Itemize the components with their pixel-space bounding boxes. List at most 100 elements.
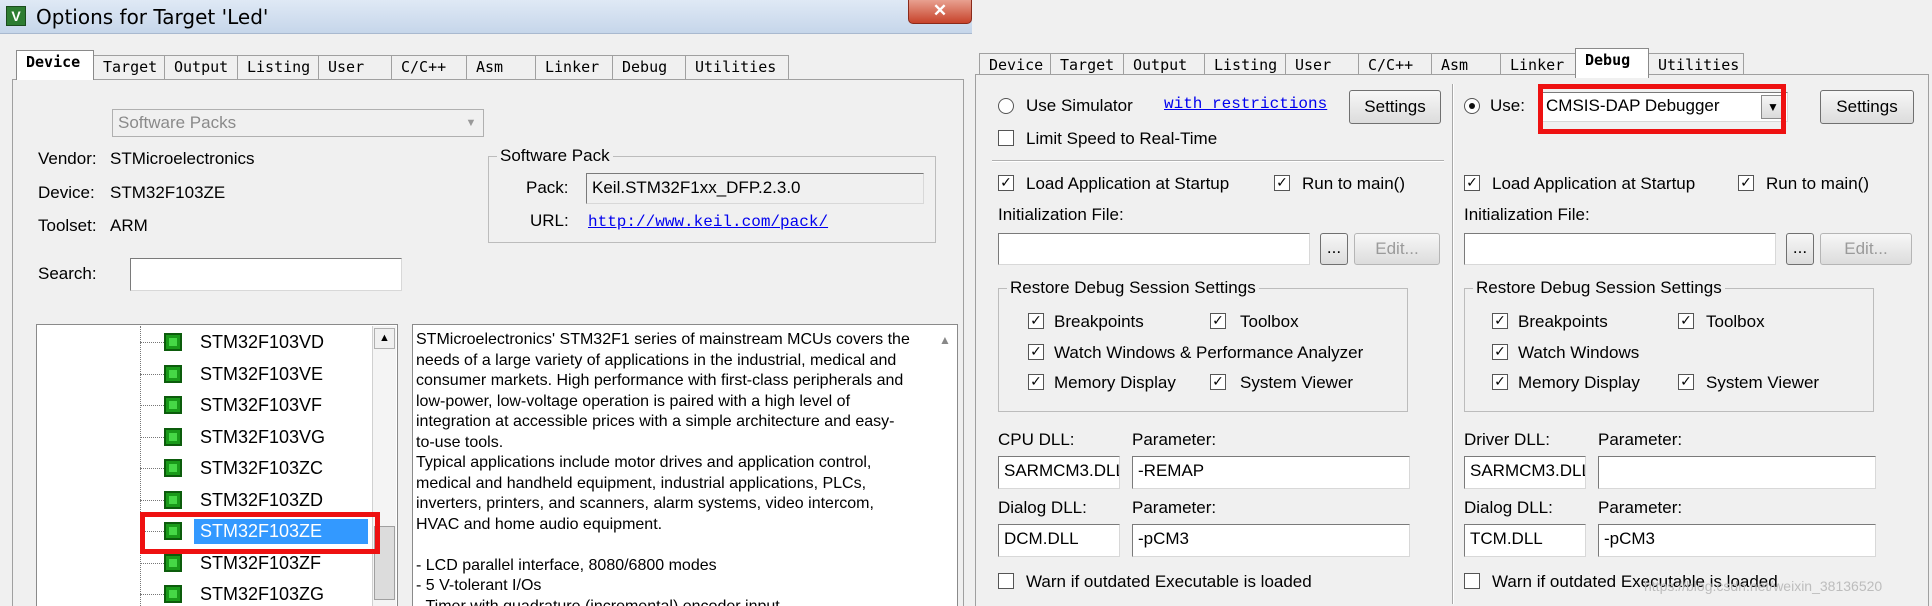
hw-sysviewer-checkbox[interactable]: ✓ xyxy=(1678,374,1694,390)
sim-memory-checkbox[interactable]: ✓ xyxy=(1028,374,1044,390)
use-simulator-radio[interactable] xyxy=(998,98,1014,114)
cpu-dll-input[interactable]: SARMCM3.DLL xyxy=(998,456,1120,489)
sim-dialog-param-input[interactable]: -pCM3 xyxy=(1132,524,1410,557)
hw-init-file-input[interactable] xyxy=(1464,233,1776,265)
limit-speed-label: Limit Speed to Real-Time xyxy=(1026,129,1218,148)
left-tab-strip: Device Target Output Listing User C/C++ … xyxy=(16,50,789,80)
tree-branch-line xyxy=(140,374,164,375)
tree-branch-line xyxy=(140,437,164,438)
tab-output[interactable]: Output xyxy=(164,55,238,80)
database-combo[interactable]: Software Packs ▼ xyxy=(112,109,484,137)
device-tree-item[interactable]: STM32F103VE xyxy=(194,362,329,387)
tree-branch-line xyxy=(140,500,164,501)
vendor-label: Vendor: xyxy=(38,149,97,168)
driver-dll-input[interactable]: SARMCM3.DLL xyxy=(1464,456,1586,489)
tab-debug[interactable]: Debug xyxy=(612,55,686,80)
hw-toolbox-label: Toolbox xyxy=(1706,312,1765,331)
hw-param-label-2: Parameter: xyxy=(1598,498,1683,517)
tab-linker[interactable]: Linker xyxy=(535,55,613,80)
sim-edit-button[interactable]: Edit... xyxy=(1354,233,1440,265)
use-simulator-label: Use Simulator xyxy=(1026,96,1133,115)
tree-branch-line xyxy=(140,405,164,406)
pack-url-link[interactable]: http://www.keil.com/pack/ xyxy=(588,213,828,231)
device-value: STM32F103ZE xyxy=(110,183,226,202)
sim-load-app-checkbox[interactable]: ✓ xyxy=(998,175,1014,191)
driver-param-input[interactable] xyxy=(1598,456,1876,489)
sim-watch-checkbox[interactable]: ✓ xyxy=(1028,344,1044,360)
description-line: Typical applications include motor drive… xyxy=(416,454,872,471)
tab-debug[interactable]: Debug xyxy=(1575,48,1649,78)
watermark-text: https://blog.csdn.net/weixin_38136520 xyxy=(1644,578,1883,594)
sim-browse-button[interactable]: ... xyxy=(1320,233,1348,265)
use-debugger-radio[interactable] xyxy=(1464,98,1480,114)
software-pack-title: Software Pack xyxy=(497,146,613,166)
scroll-up-icon[interactable]: ▲ xyxy=(374,328,395,349)
sim-breakpoints-checkbox[interactable]: ✓ xyxy=(1028,313,1044,329)
tab-utilities[interactable]: Utilities xyxy=(685,55,789,80)
hw-dialog-dll-label: Dialog DLL: xyxy=(1464,498,1553,517)
tree-branch-line xyxy=(140,563,164,564)
limit-speed-checkbox[interactable] xyxy=(998,130,1014,146)
description-line: - LCD parallel interface, 8080/6800 mode… xyxy=(416,556,717,574)
hw-run-main-checkbox[interactable]: ✓ xyxy=(1738,175,1754,191)
tab-target[interactable]: Target xyxy=(93,55,165,80)
device-tree-item[interactable]: STM32F103VF xyxy=(194,393,328,418)
hw-breakpoints-checkbox[interactable]: ✓ xyxy=(1492,313,1508,329)
cpu-dll-label: CPU DLL: xyxy=(998,430,1075,449)
sim-init-file-label: Initialization File: xyxy=(998,205,1124,224)
sim-run-main-checkbox[interactable]: ✓ xyxy=(1274,175,1290,191)
url-label: URL: xyxy=(530,211,569,230)
tab-listing[interactable]: Listing xyxy=(237,55,319,80)
sim-dialog-dll-label: Dialog DLL: xyxy=(998,498,1087,517)
hw-load-app-checkbox[interactable]: ✓ xyxy=(1464,175,1480,191)
description-scroll-up-icon[interactable]: ▲ xyxy=(935,330,955,350)
pack-label: Pack: xyxy=(526,178,569,197)
hw-memory-checkbox[interactable]: ✓ xyxy=(1492,374,1508,390)
debugger-highlight-box xyxy=(1538,84,1786,134)
tab-asm[interactable]: Asm xyxy=(466,55,536,80)
device-tree-item[interactable]: STM32F103ZG xyxy=(194,582,330,606)
close-button[interactable]: ✕ xyxy=(908,0,972,24)
sim-dialog-dll-input[interactable]: DCM.DLL xyxy=(998,524,1120,557)
description-line: needs of a large variety of applications… xyxy=(416,351,897,369)
hw-watch-checkbox[interactable]: ✓ xyxy=(1492,344,1508,360)
column-divider xyxy=(1452,84,1454,604)
description-line: - Timer with quadrature (incremental) en… xyxy=(416,597,780,606)
description-line: consumer markets. High performance with … xyxy=(416,372,904,389)
driver-dll-label: Driver DLL: xyxy=(1464,430,1550,449)
simulator-settings-button[interactable]: Settings xyxy=(1349,90,1441,124)
device-tree-item[interactable]: STM32F103ZC xyxy=(194,456,329,481)
sim-init-file-input[interactable] xyxy=(998,233,1310,265)
hw-toolbox-checkbox[interactable]: ✓ xyxy=(1678,313,1694,329)
keil-app-icon: V xyxy=(6,6,26,26)
device-tree-item[interactable]: STM32F103VG xyxy=(194,425,331,450)
device-label: Device: xyxy=(38,183,95,202)
hw-breakpoints-label: Breakpoints xyxy=(1518,312,1608,331)
debugger-settings-button[interactable]: Settings xyxy=(1820,90,1914,124)
chip-icon xyxy=(164,428,182,446)
use-debugger-label: Use: xyxy=(1490,96,1525,115)
hw-init-file-label: Initialization File: xyxy=(1464,205,1590,224)
device-tree-item[interactable]: STM32F103ZD xyxy=(194,488,329,513)
hw-browse-button[interactable]: ... xyxy=(1786,233,1814,265)
tab-cpp[interactable]: C/C++ xyxy=(391,55,467,80)
sim-toolbox-checkbox[interactable]: ✓ xyxy=(1210,313,1226,329)
hw-dialog-param-input[interactable]: -pCM3 xyxy=(1598,524,1876,557)
hw-edit-button[interactable]: Edit... xyxy=(1820,233,1912,265)
tab-device[interactable]: Device xyxy=(16,50,94,80)
tab-user[interactable]: User xyxy=(318,55,392,80)
sim-run-main-label: Run to main() xyxy=(1302,174,1405,193)
device-tree-item[interactable]: STM32F103VD xyxy=(194,330,330,355)
with-restrictions-link[interactable]: with restrictions xyxy=(1164,95,1327,113)
debug-options-dialog: Device Target Output Listing User C/C++ … xyxy=(972,0,1932,606)
description-line: inverters, printers, and scanners, alarm… xyxy=(416,495,874,512)
hw-dialog-dll-input[interactable]: TCM.DLL xyxy=(1464,524,1586,557)
hw-warn-checkbox[interactable] xyxy=(1464,573,1480,589)
search-input[interactable] xyxy=(130,258,402,291)
hw-run-main-label: Run to main() xyxy=(1766,174,1869,193)
sim-warn-checkbox[interactable] xyxy=(998,573,1014,589)
cpu-param-input[interactable]: -REMAP xyxy=(1132,456,1410,489)
sim-sysviewer-checkbox[interactable]: ✓ xyxy=(1210,374,1226,390)
tree-scrollbar[interactable]: ▲ xyxy=(372,326,396,606)
device-tree-item[interactable]: STM32F103ZF xyxy=(194,551,327,576)
